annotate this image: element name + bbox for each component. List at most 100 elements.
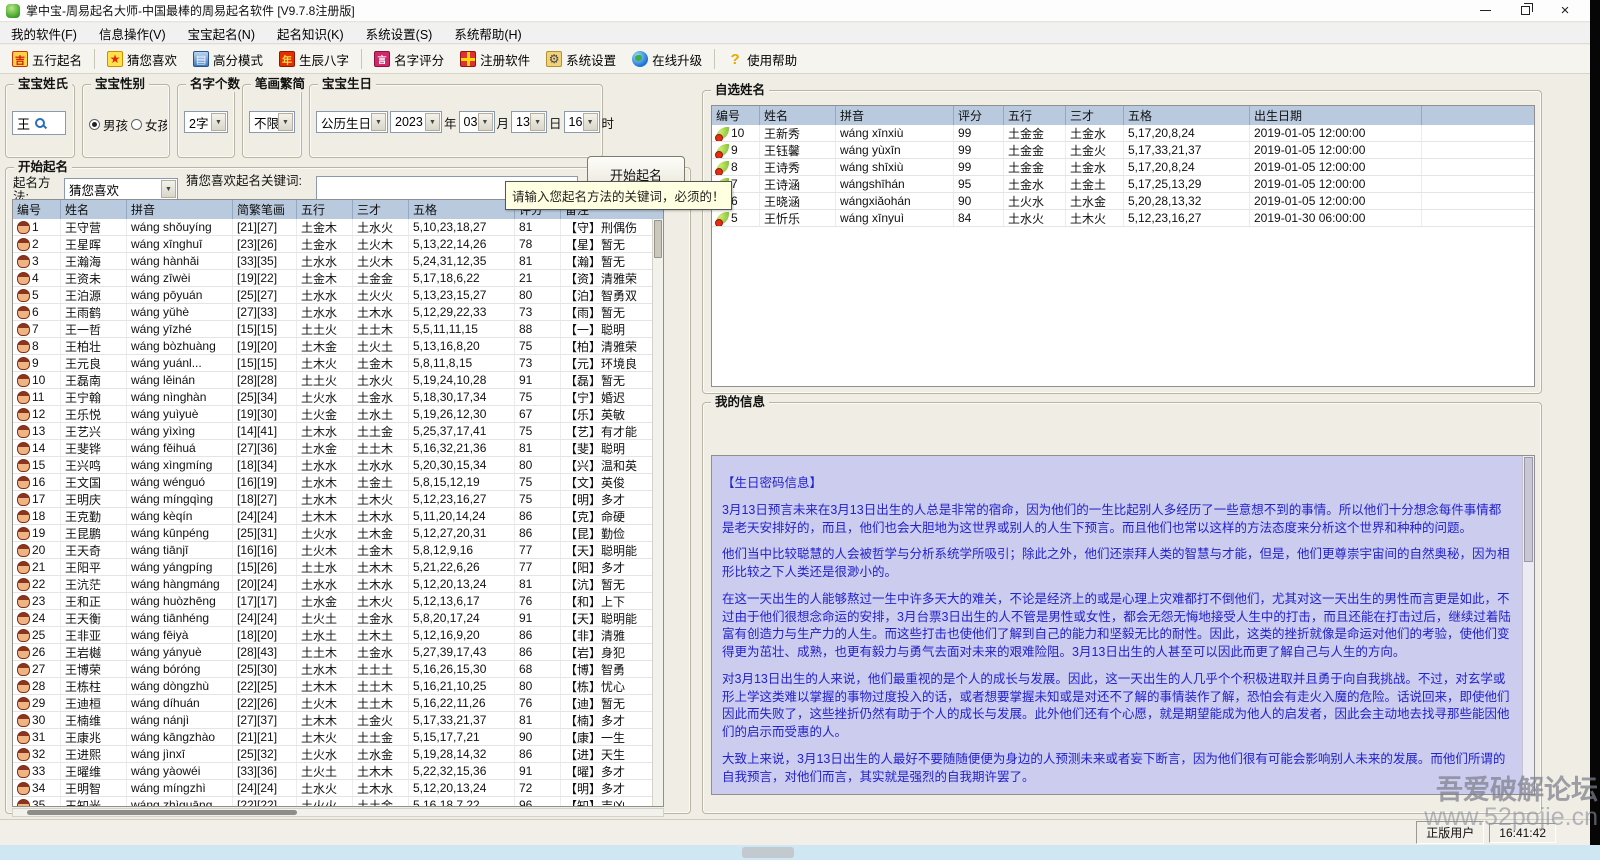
table-row[interactable]: 6王晓涵wángxiǎohán90土火水土水金5,20,28,13,322019… — [712, 193, 1534, 210]
table-row[interactable]: 10王磊南wáng lěinán[28][28]土土火土水火5,19,24,10… — [13, 372, 663, 389]
table-row[interactable]: 28王栋柱wáng dòngzhù[22][25]土木木土土木5,16,21,1… — [13, 678, 663, 695]
year-select[interactable]: 2023 ▼ — [390, 111, 442, 133]
table-row[interactable]: 9王元良wáng yuánl...[15][15]土木火土金木5,8,11,8,… — [13, 355, 663, 372]
toolbar-name-score[interactable]: 言 名字评分 — [366, 46, 452, 73]
column-header[interactable]: 简繁笔画 — [233, 200, 297, 219]
toolbar-help[interactable]: ? 使用帮助 — [719, 46, 805, 73]
horizontal-scrollbar[interactable] — [12, 808, 664, 817]
table-row[interactable]: 4王资未wáng zīwèi[19][22]土金木土金金5,17,18,6,22… — [13, 270, 663, 287]
column-header[interactable]: 五格 — [1124, 106, 1250, 125]
column-header[interactable]: 编号 — [712, 106, 760, 125]
table-row[interactable]: 1王守营wáng shǒuyíng[21][27]土金木土水火5,10,23,1… — [13, 219, 663, 236]
table-row[interactable]: 22王沆茫wáng hàngmáng[20][24]土水水土木水5,12,20,… — [13, 576, 663, 593]
table-row[interactable]: 26王岩樾wáng yányuè[28][43]土土木土金水5,27,39,17… — [13, 644, 663, 661]
table-row[interactable]: 16王文国wáng wénguó[16][19]土水木土金土5,8,15,12,… — [13, 474, 663, 491]
table-row[interactable]: 25王非亚wáng fēiyà[18][20]土水土土木土5,12,16,9,2… — [13, 627, 663, 644]
table-row[interactable]: 7王诗涵wángshīhán95土金水土金土5,17,25,13,292019-… — [712, 176, 1534, 193]
column-header[interactable]: 三才 — [353, 200, 409, 219]
scrollbar-thumb[interactable] — [27, 810, 297, 815]
name-count-select[interactable]: 2字 ▼ — [184, 111, 228, 133]
surname-input[interactable]: 王 — [12, 111, 66, 135]
table-row[interactable]: 21王阳平wáng yángpíng[15][26]土土水土木木5,21,22,… — [13, 559, 663, 576]
column-header[interactable]: 五行 — [1004, 106, 1066, 125]
table-row[interactable]: 5王泊源wáng pōyuán[25][27]土水水土火火5,13,23,15,… — [13, 287, 663, 304]
taskbar-item[interactable] — [742, 847, 794, 858]
column-header[interactable]: 编号 — [13, 200, 61, 219]
toolbar-guess-you-like[interactable]: ★ 猜您喜欢 — [99, 46, 185, 73]
column-header[interactable]: 姓名 — [760, 106, 836, 125]
cell-wuge: 5,21,22,6,26 — [409, 559, 515, 575]
strokes-select[interactable]: 不限 ▼ — [249, 111, 295, 133]
table-row[interactable]: 19王昆鹏wáng kūnpéng[25][31]土火水土木金5,12,27,2… — [13, 525, 663, 542]
menu-system-settings[interactable]: 系统设置(S) — [355, 23, 444, 43]
menu-naming-knowledge[interactable]: 起名知识(K) — [266, 23, 355, 43]
table-row[interactable]: 31王康兆wáng kāngzhào[21][21]土木火土土金5,15,17,… — [13, 729, 663, 746]
table-row[interactable]: 30王楠维wáng nánjì[27][37]土木木土金火5,17,33,21,… — [13, 712, 663, 729]
menu-info-ops[interactable]: 信息操作(V) — [88, 23, 177, 43]
menu-baby-naming[interactable]: 宝宝起名(N) — [177, 23, 266, 43]
table-row[interactable]: 6王雨鹤wáng yǔhè[27][33]土水水土木水5,12,29,22,33… — [13, 304, 663, 321]
hour-select[interactable]: 16 ▼ — [564, 111, 600, 133]
column-header[interactable]: 姓名 — [61, 200, 127, 219]
close-button[interactable]: × — [1558, 4, 1572, 18]
boy-face-icon — [17, 289, 30, 302]
table-row[interactable]: 20王天奇wáng tiānjī[16][16]土火木土金木5,8,12,9,1… — [13, 542, 663, 559]
table-row[interactable]: 13王艺兴wáng yìxìng[14][41]土木水土土金5,25,37,17… — [13, 423, 663, 440]
cell-no: 25 — [13, 627, 61, 643]
column-header[interactable]: 五行 — [297, 200, 353, 219]
table-row[interactable]: 9王钰馨wáng yùxīn99土金金土金火5,17,33,21,372019-… — [712, 142, 1534, 159]
table-row[interactable]: 29王迪桓wáng díhuán[22][26]土火木土土木5,16,22,11… — [13, 695, 663, 712]
male-radio[interactable] — [89, 119, 100, 130]
cell-note: 【斐】聪明 — [561, 440, 664, 456]
column-header[interactable]: 出生日期 — [1250, 106, 1422, 125]
column-header[interactable]: 拼音 — [836, 106, 954, 125]
table-row[interactable]: 33王曜维wáng yàowéi[33][36]土火土土木木5,22,32,15… — [13, 763, 663, 780]
table-row[interactable]: 7王一哲wáng yīzhé[15][15]土土火土土木5,5,11,11,15… — [13, 321, 663, 338]
table-row[interactable]: 18王克勤wáng kèqín[24][24]土木木土木水5,11,20,14,… — [13, 508, 663, 525]
table-row[interactable]: 24王天衡wáng tiānhéng[24][24]土火土土金水5,8,20,1… — [13, 610, 663, 627]
info-vertical-scrollbar[interactable] — [1522, 456, 1534, 794]
column-header[interactable]: 评分 — [954, 106, 1004, 125]
table-row[interactable]: 12王乐悦wáng yuìyuè[19][30]土火金土水土5,19,26,12… — [13, 406, 663, 423]
column-header[interactable]: 三才 — [1066, 106, 1124, 125]
table-row[interactable]: 23王和正wáng huòzhēng[17][17]土水金土木火5,12,13,… — [13, 593, 663, 610]
table-row[interactable]: 15王兴鸣wáng xìngmíng[18][34]土水水土水水5,20,30,… — [13, 457, 663, 474]
calendar-type-select[interactable]: 公历生日 ▼ — [316, 111, 388, 133]
table-row[interactable]: 17王明庆wáng míngqìng[18][27]土水木土木火5,12,23,… — [13, 491, 663, 508]
table-row[interactable]: 14王斐铧wáng fěihuá[27][36]土水金土土木5,16,32,21… — [13, 440, 663, 457]
column-header[interactable]: 拼音 — [127, 200, 233, 219]
scrollbar-thumb[interactable] — [654, 220, 662, 258]
toolbar-high-score-mode[interactable]: ▤ 高分模式 — [185, 46, 271, 73]
month-select[interactable]: 03 ▼ — [459, 111, 495, 133]
column-header[interactable]: 五格 — [409, 200, 515, 219]
search-icon[interactable] — [34, 117, 47, 130]
toolbar-register[interactable]: 注册软件 — [452, 46, 538, 73]
toolbar-settings[interactable]: ⚙ 系统设置 — [538, 46, 624, 73]
scrollbar-thumb[interactable] — [1524, 457, 1533, 562]
table-row[interactable]: 10王新秀wáng xīnxiù99土金金土金水5,17,20,8,242019… — [712, 125, 1534, 142]
table-row[interactable]: 11王宁翰wáng nìnghàn[25][34]土火水土金水5,18,30,1… — [13, 389, 663, 406]
maximize-button[interactable] — [1518, 4, 1532, 18]
info-text-area[interactable]: 【生日密码信息】3月13日预言未来在3月13日出生的人总是非常的宿命，因为他们的… — [711, 455, 1535, 795]
table-row[interactable]: 3王瀚海wáng hànhǎi[33][35]土水水土火木5,24,31,12,… — [13, 253, 663, 270]
vertical-scrollbar[interactable] — [652, 219, 663, 806]
naming-method-select[interactable]: 猜您喜欢 ▼ — [64, 178, 178, 200]
day-select[interactable]: 13 ▼ — [511, 111, 547, 133]
table-row[interactable]: 2王星晖wáng xīnghuī[23][26]土金水土火木5,13,22,14… — [13, 236, 663, 253]
menu-my-software[interactable]: 我的软件(F) — [0, 23, 88, 43]
female-radio[interactable] — [131, 119, 142, 130]
toolbar-online-upgrade[interactable]: 在线升级 — [624, 46, 710, 73]
table-row[interactable]: 34王明智wáng míngzhì[24][24]土水火土木水5,12,20,1… — [13, 780, 663, 797]
table-row[interactable]: 35王知光wáng zhìguāng[22][22]土火火土土金5,16,18,… — [13, 797, 663, 807]
table-row[interactable]: 8王诗秀wáng shīxiù99土金金土金水5,17,20,8,242019-… — [712, 159, 1534, 176]
menu-system-help[interactable]: 系统帮助(H) — [443, 23, 532, 43]
table-row[interactable]: 32王进熙wáng jìnxī[25][32]土火水土水金5,19,28,14,… — [13, 746, 663, 763]
cell-wuxing: 土水水 — [297, 304, 353, 320]
table-row[interactable]: 8王柏壮wáng bòzhuàng[19][20]土木金土火土5,13,16,8… — [13, 338, 663, 355]
toolbar-wuxing-naming[interactable]: 吉 五行起名 — [4, 46, 90, 73]
toolbar-bazi[interactable]: 年 生辰八字 — [271, 46, 357, 73]
table-row[interactable]: 27王博荣wáng bóróng[25][30]土水木土土土5,16,26,15… — [13, 661, 663, 678]
table-row[interactable]: 5王忻乐wáng xīnyuì84土水火土木火5,12,23,16,272019… — [712, 210, 1534, 227]
cell-sancai: 土水金 — [353, 746, 409, 762]
minimize-button[interactable] — [1478, 4, 1492, 18]
